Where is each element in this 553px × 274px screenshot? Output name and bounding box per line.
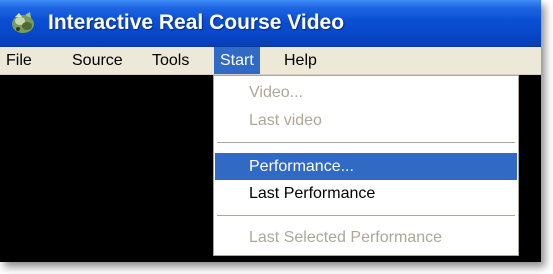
menu-separator [217, 142, 515, 143]
menu-start[interactable]: Start [214, 47, 260, 74]
menu-tools[interactable]: Tools [146, 47, 195, 74]
menu-help[interactable]: Help [278, 47, 323, 74]
title-bar[interactable]: Interactive Real Course Video [0, 0, 541, 47]
app-logo-icon [12, 12, 34, 33]
start-dropdown-menu: Video... Last video Performance... Last … [213, 75, 519, 256]
menu-item-last-selected-performance[interactable]: Last Selected Performance [215, 224, 517, 251]
menu-item-performance[interactable]: Performance... [215, 153, 517, 180]
menu-bar: File Source Tools Start Help [0, 47, 541, 75]
menu-separator [217, 215, 515, 216]
menu-file[interactable]: File [0, 47, 38, 74]
menu-item-last-performance[interactable]: Last Performance [215, 180, 517, 207]
window-title: Interactive Real Course Video [48, 11, 345, 34]
app-window: Interactive Real Course Video File Sourc… [0, 0, 541, 262]
menu-item-last-video[interactable]: Last video [215, 107, 517, 134]
menu-item-video[interactable]: Video... [215, 79, 517, 106]
menu-source[interactable]: Source [66, 47, 129, 74]
